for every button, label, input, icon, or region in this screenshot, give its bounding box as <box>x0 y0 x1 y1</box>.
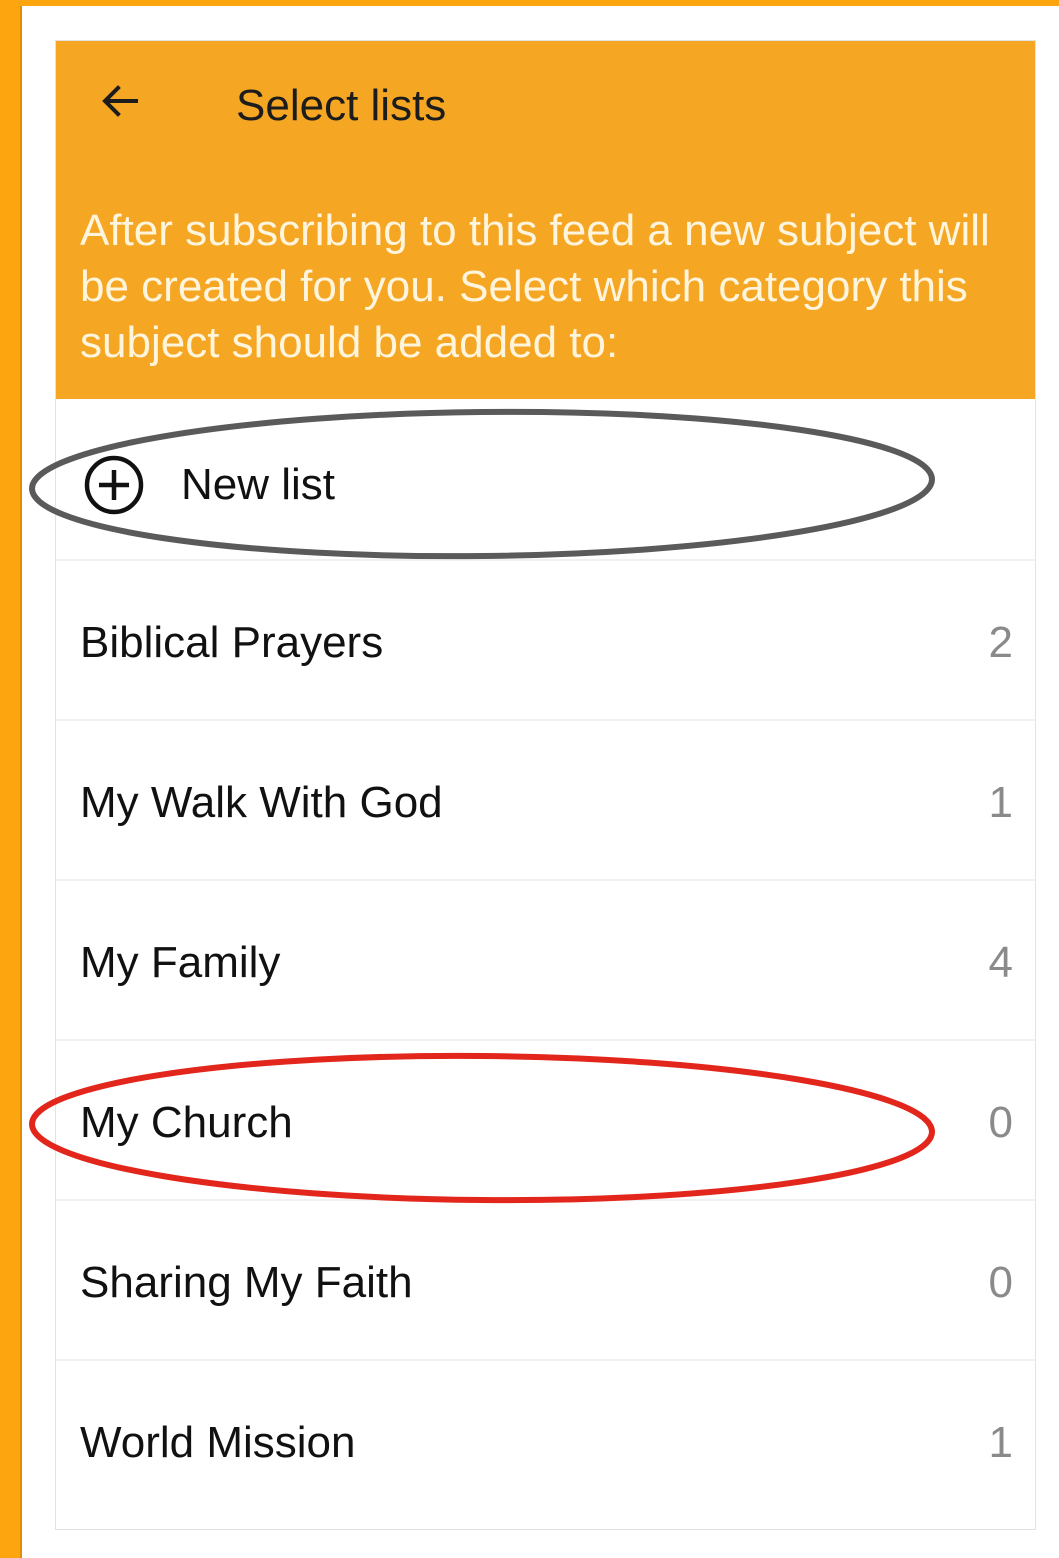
list-item-sharing-my-faith[interactable]: Sharing My Faith 0 <box>56 1201 1035 1361</box>
list-item-biblical-prayers[interactable]: Biblical Prayers 2 <box>56 561 1035 721</box>
list-item-my-church[interactable]: My Church 0 <box>56 1041 1035 1201</box>
list-item-world-mission[interactable]: World Mission 1 <box>56 1361 1035 1521</box>
select-lists-dialog: Select lists After subscribing to this f… <box>55 40 1036 1530</box>
list-item-label: World Mission <box>80 1418 356 1467</box>
dialog-description: After subscribing to this feed a new sub… <box>80 206 990 367</box>
frame-left-border <box>0 0 22 1558</box>
list-item-label: My Walk With God <box>80 778 443 827</box>
new-list-label: New list <box>181 460 336 509</box>
new-list-button[interactable]: New list <box>56 401 1035 561</box>
plus-circle-icon <box>82 453 146 517</box>
frame-top-border <box>0 0 1059 6</box>
list-item-count: 0 <box>988 1098 1013 1147</box>
list-item-count: 1 <box>988 1418 1013 1467</box>
list-item-count: 1 <box>988 778 1013 827</box>
list-item-label: Biblical Prayers <box>80 618 384 667</box>
dialog-title: Select lists <box>236 81 447 130</box>
list-item-count: 2 <box>988 618 1013 667</box>
list-item-my-family[interactable]: My Family 4 <box>56 881 1035 1041</box>
list-item-label: My Church <box>80 1098 293 1147</box>
list-item-label: My Family <box>80 938 281 987</box>
list-item-count: 4 <box>988 938 1013 987</box>
arrow-left-icon[interactable] <box>96 77 144 125</box>
list-item-my-walk-with-god[interactable]: My Walk With God 1 <box>56 721 1035 881</box>
list-item-label: Sharing My Faith <box>80 1258 413 1307</box>
lists-container: New list Biblical Prayers 2 My Walk With… <box>56 401 1035 1521</box>
dialog-header: Select lists After subscribing to this f… <box>56 41 1035 399</box>
frame-left-edge <box>20 6 22 1558</box>
list-item-count: 0 <box>988 1258 1013 1307</box>
